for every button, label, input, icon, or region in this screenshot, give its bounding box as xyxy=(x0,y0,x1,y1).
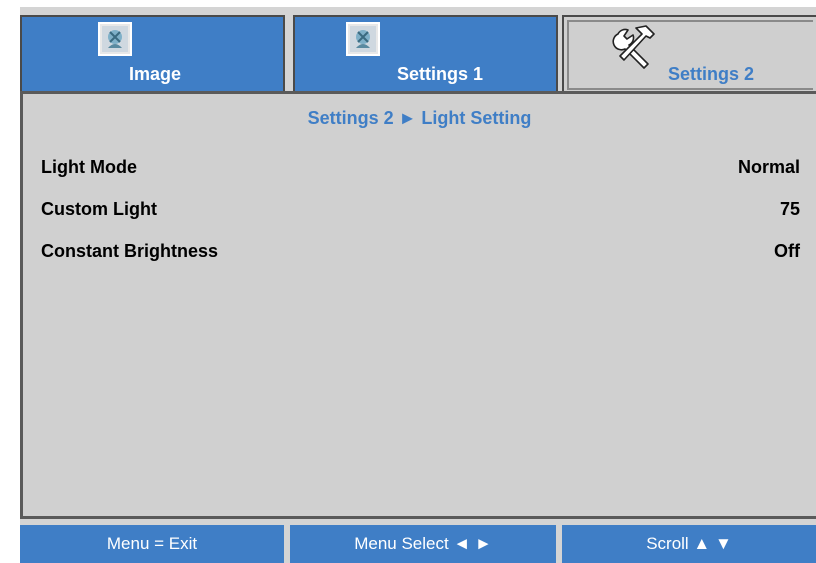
footer-exit-hint: Menu = Exit xyxy=(20,525,284,563)
osd-menu: Image Settings 1 Settings 2 Settings 2 ►… xyxy=(20,7,816,563)
setting-row-constant-brightness[interactable]: Constant Brightness Off xyxy=(41,241,800,265)
settings1-icon xyxy=(346,22,380,61)
setting-row-light-mode[interactable]: Light Mode Normal xyxy=(41,157,800,181)
setting-value: Normal xyxy=(737,157,800,177)
tab-settings-2[interactable]: Settings 2 xyxy=(562,15,816,95)
tab-settings-1-label: Settings 1 xyxy=(397,64,484,84)
tab-settings-1[interactable]: Settings 1 xyxy=(293,15,558,95)
footer-scroll-hint: Scroll ▲ ▼ xyxy=(562,525,816,563)
tab-image-label: Image xyxy=(129,64,182,84)
light-setting-panel: Settings 2 ► Light Setting Light Mode No… xyxy=(20,91,816,519)
setting-row-custom-light[interactable]: Custom Light 75 xyxy=(41,199,800,223)
setting-value: 75 xyxy=(779,199,800,219)
setting-label: Light Mode xyxy=(41,157,137,177)
tab-image[interactable]: Image xyxy=(20,15,285,95)
setting-label: Custom Light xyxy=(41,199,157,219)
page-title: Settings 2 ► Light Setting xyxy=(307,108,532,128)
tools-icon xyxy=(610,24,658,77)
setting-label: Constant Brightness xyxy=(41,241,219,261)
image-settings-icon xyxy=(98,22,132,61)
tab-settings-2-label: Settings 2 xyxy=(668,64,755,84)
footer-select-hint: Menu Select ◄ ► xyxy=(290,525,556,563)
setting-value: Off xyxy=(774,241,800,261)
